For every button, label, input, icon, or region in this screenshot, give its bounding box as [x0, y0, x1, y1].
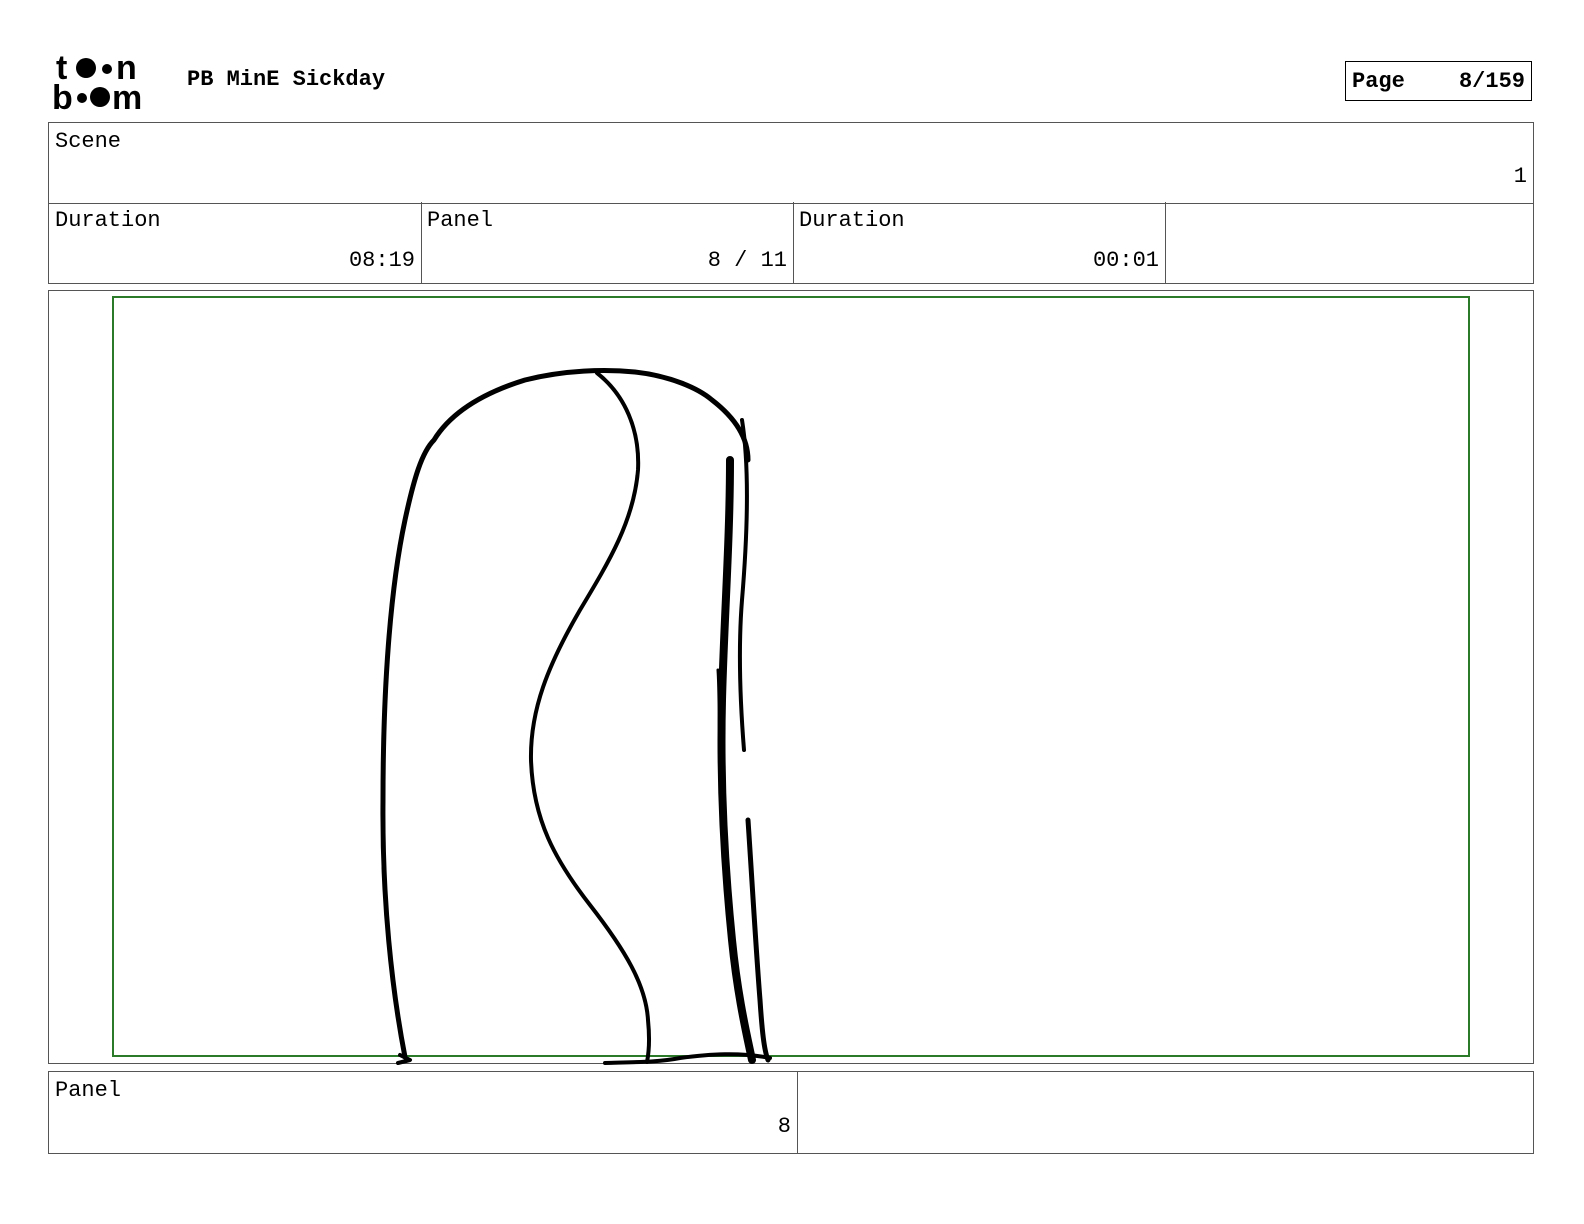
- duration-label: Duration: [55, 208, 161, 233]
- project-title: PB MinE Sickday: [187, 67, 386, 92]
- panel-label: Panel: [427, 208, 494, 233]
- toonboom-logo: t n b m: [52, 50, 142, 112]
- sequence-duration-cell: Duration 08:19: [49, 202, 421, 283]
- panel-count-cell: Panel 8 / 11: [421, 202, 793, 283]
- panel-count-value: 8 / 11: [707, 248, 787, 273]
- footer-panel-cell: Panel 8: [49, 1072, 797, 1153]
- info-row: Duration 08:19 Panel 8 / 11 Duration 00:…: [48, 202, 1534, 284]
- scene-number: 1: [1513, 164, 1527, 189]
- panel-duration-cell: Duration 00:01: [793, 202, 1165, 283]
- footer-row: Panel 8: [48, 1071, 1534, 1154]
- camera-safe-frame: [112, 296, 1470, 1057]
- page-number: 8/159: [1458, 69, 1525, 94]
- scene-row: Scene 1: [48, 122, 1534, 204]
- footer-notes-cell: [797, 1072, 1533, 1153]
- page-indicator: Page 8/159: [1345, 61, 1532, 101]
- duration-value: 08:19: [348, 248, 415, 273]
- panel-duration-value: 00:01: [1092, 248, 1159, 273]
- scene-label: Scene: [55, 129, 122, 154]
- footer-panel-number: 8: [777, 1114, 791, 1139]
- svg-text:m: m: [112, 79, 142, 112]
- panel-duration-label: Duration: [799, 208, 905, 233]
- scene-cell: Scene 1: [49, 123, 1533, 203]
- empty-cell: [1165, 202, 1533, 283]
- footer-panel-label: Panel: [55, 1078, 122, 1103]
- page-label: Page: [1352, 69, 1405, 94]
- svg-text:b: b: [52, 79, 73, 112]
